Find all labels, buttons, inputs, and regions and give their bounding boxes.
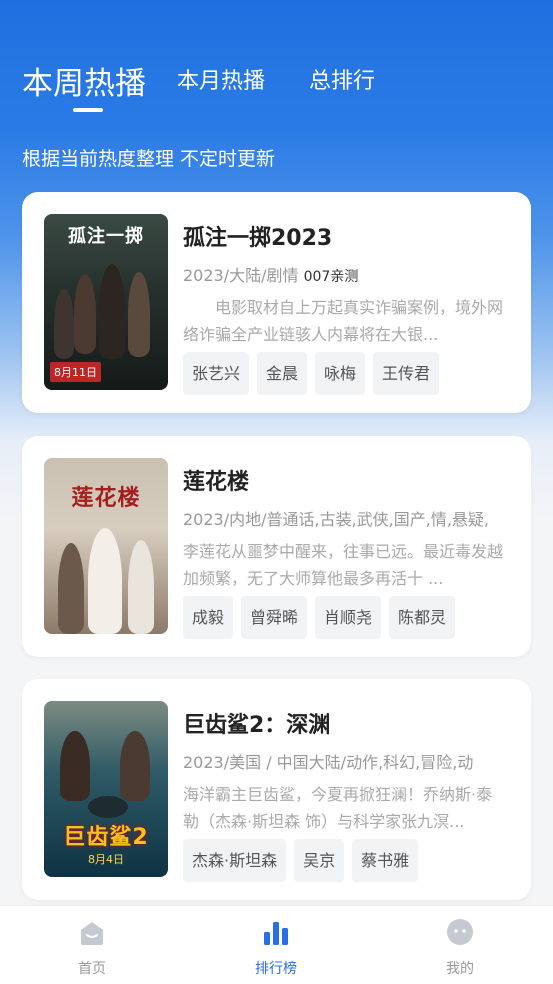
cast-tag[interactable]: 肖顺尧 xyxy=(315,596,382,639)
nav-ranking[interactable]: 排行榜 xyxy=(226,906,326,984)
movie-card[interactable]: 孤注一掷 8月11日 孤注一掷2023 2023/大陆/剧情 007亲测 电影取… xyxy=(22,192,531,413)
movie-title: 莲花楼 xyxy=(183,470,250,495)
nav-home-label: 首页 xyxy=(78,961,106,977)
cast-tags: 成毅 曾舜晞 肖顺尧 陈都灵 xyxy=(183,596,456,639)
poster-date: 8月11日 xyxy=(50,362,101,382)
movie-description: 海洋霸主巨齿鲨，今夏再掀狂澜！乔纳斯·泰勒（杰森·斯坦森 饰）与科学家张九溟..… xyxy=(183,785,493,831)
movie-poster[interactable]: 巨齿鲨2 8月4日 xyxy=(44,701,168,877)
movie-card[interactable]: 莲花楼 莲花楼 2023/内地/普通话,古装,武侠,国产,情,悬疑, 李莲花从噩… xyxy=(22,436,531,657)
movie-title: 孤注一掷2023 xyxy=(183,226,333,251)
tab-indicator xyxy=(73,108,103,112)
poster-title: 莲花楼 xyxy=(71,486,141,511)
tab-this-week[interactable]: 本周热播 xyxy=(22,58,146,103)
cast-tag[interactable]: 王传君 xyxy=(373,352,440,395)
cast-tag[interactable]: 吴京 xyxy=(294,839,345,882)
cast-tags: 张艺兴 金晨 咏梅 王传君 xyxy=(183,352,440,395)
movie-meta-extra: 007亲测 xyxy=(303,269,359,285)
profile-icon xyxy=(447,919,473,945)
cast-tag[interactable]: 曾舜晞 xyxy=(241,596,308,639)
cast-tag[interactable]: 咏梅 xyxy=(315,352,366,395)
nav-profile-label: 我的 xyxy=(446,961,474,977)
tab-all-time[interactable]: 总排行 xyxy=(309,63,375,95)
movie-meta: 2023/大陆/剧情 007亲测 xyxy=(183,262,509,286)
movie-card[interactable]: 巨齿鲨2 8月4日 巨齿鲨2：深渊 2023/美国 / 中国大陆/动作,科幻,冒… xyxy=(22,679,531,900)
nav-home[interactable]: 首页 xyxy=(42,906,142,984)
movie-meta-text: 2023/大陆/剧情 xyxy=(183,266,299,285)
cast-tag[interactable]: 张艺兴 xyxy=(183,352,250,395)
nav-ranking-label: 排行榜 xyxy=(255,961,297,977)
movie-description: 电影取材自上万起真实诈骗案例，境外网络诈骗全产业链骇人内幕将在大银... xyxy=(183,298,503,344)
movie-poster[interactable]: 莲花楼 xyxy=(44,458,168,634)
cast-tag[interactable]: 金晨 xyxy=(257,352,308,395)
poster-title: 巨齿鲨2 xyxy=(63,825,149,850)
page-subtitle: 根据当前热度整理 不定时更新 xyxy=(22,148,276,170)
home-icon xyxy=(81,922,103,945)
poster-date: 8月4日 xyxy=(88,853,124,866)
tab-this-month[interactable]: 本月热播 xyxy=(177,63,265,95)
movie-poster[interactable]: 孤注一掷 8月11日 xyxy=(44,214,168,390)
cast-tags: 杰森·斯坦森 吴京 蔡书雅 xyxy=(183,839,419,882)
movie-meta: 2023/内地/普通话,古装,武侠,国产,情,悬疑, xyxy=(183,510,490,529)
movie-title: 巨齿鲨2：深渊 xyxy=(183,713,331,738)
movie-meta: 2023/美国 / 中国大陆/动作,科幻,冒险,动 xyxy=(183,753,474,772)
poster-title: 孤注一掷 xyxy=(68,226,144,247)
cast-tag[interactable]: 蔡书雅 xyxy=(352,839,419,882)
cast-tag[interactable]: 成毅 xyxy=(183,596,234,639)
cast-tag[interactable]: 陈都灵 xyxy=(389,596,456,639)
movie-description: 李莲花从噩梦中醒来，往事已远。最近毒发越加频繁，无了大师算他最多再活十 ... xyxy=(183,542,503,588)
ranking-icon xyxy=(264,922,288,945)
cast-tag[interactable]: 杰森·斯坦森 xyxy=(183,839,287,882)
ranking-tabs: 本周热播 本月热播 总排行 xyxy=(0,50,553,120)
bottom-nav: 首页 排行榜 我的 xyxy=(0,905,553,984)
nav-profile[interactable]: 我的 xyxy=(410,906,510,984)
